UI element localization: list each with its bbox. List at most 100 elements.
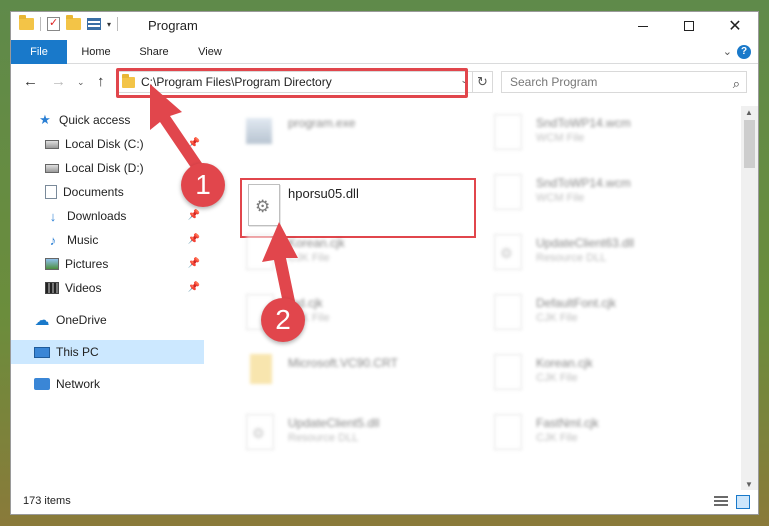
sidebar-item-label: Pictures [65,257,109,271]
list-item[interactable]: SndToWP14.wcm WCM File [462,112,702,172]
file-name: Microsoft.VC90.CRT [288,356,398,370]
help-icon[interactable]: ? [737,45,751,59]
close-button[interactable]: ✕ [712,12,758,40]
tab-view[interactable]: View [197,40,223,64]
highlighted-file-item[interactable]: hporsu05.dll [240,178,476,238]
drive-icon [45,139,59,149]
documents-icon [45,185,57,199]
file-type: WCM File [536,192,585,204]
list-item[interactable]: SndToWP14.wcm WCM File [462,172,702,232]
sidebar-item-network[interactable]: Network [11,372,204,396]
download-icon: ↓ [49,208,57,224]
sidebar-item-label: Documents [63,185,124,199]
vertical-scrollbar[interactable]: ▲ ▼ [741,106,758,491]
list-item[interactable]: Microsoft.VC90.CRT [214,352,454,412]
sidebar-item-this-pc[interactable]: This PC [11,340,204,364]
sidebar-item-downloads[interactable]: ↓ Downloads 📌 [11,204,204,228]
sidebar-item-label: This PC [56,345,99,359]
ribbon-tabs: File Home Share View ⌄ ? [11,40,758,64]
sidebar-item-local-disk-c[interactable]: Local Disk (C:) 📌 [11,132,204,156]
sidebar-item-label: Quick access [59,113,131,127]
folder-icon [250,354,272,384]
toolbar-separator [40,17,41,31]
sidebar-item-local-disk-d[interactable]: Local Disk (D:) [11,156,204,180]
pictures-icon [45,258,59,270]
file-name: Korean.cjk [288,236,345,250]
file-name: Ind.cjk [288,296,323,310]
sidebar-item-onedrive[interactable]: ☁ OneDrive [11,308,204,332]
up-arrow-icon[interactable]: ↑ [97,73,105,90]
refresh-icon[interactable]: ↻ [472,72,492,92]
file-type: CJK File [536,432,578,444]
file-name: FastNml.cjk [536,416,599,430]
sidebar-item-documents[interactable]: Documents 📌 [11,180,204,204]
file-icon [494,114,522,150]
properties-icon[interactable] [47,16,60,31]
forward-arrow-icon[interactable]: → [51,73,66,90]
navigation-pane: ★ Quick access Local Disk (C:) 📌 Local D… [11,106,204,491]
sidebar-item-music[interactable]: ♪ Music 📌 [11,228,204,252]
network-icon [34,378,50,390]
view-icon[interactable] [87,18,101,30]
navigation-bar: ← → ⌄ ↑ C:\Program Files\Program Directo… [11,65,758,99]
drive-icon [45,163,59,173]
maximize-icon [684,21,694,31]
pin-icon: 📌 [187,138,200,149]
list-item[interactable]: UpdateClient63.dll Resource DLL [462,232,702,292]
list-item[interactable]: Ind.cjk CJK File [214,292,454,352]
quick-access-toolbar: ▾ [19,15,119,31]
pin-icon: 📌 [187,234,200,245]
search-input[interactable]: Search Program ⌕ [501,71,747,93]
list-item[interactable]: FastNml.cjk CJK File [462,412,702,472]
customize-toolbar-chevron-icon[interactable]: ▾ [107,20,111,29]
minimize-button[interactable] [620,12,666,40]
sidebar-item-videos[interactable]: Videos 📌 [11,276,204,300]
file-list: program.exe hporsu05.dll Korean.cjk CJK … [204,106,740,491]
file-name: hporsu05.dll [288,186,359,201]
sidebar-item-label: Downloads [67,209,127,223]
exe-file-icon [246,118,272,144]
file-name: Korean.cjk [536,356,593,370]
recent-locations-chevron-icon[interactable]: ⌄ [77,77,85,88]
tab-share[interactable]: Share [139,40,169,64]
list-item[interactable]: DefaultFont.cjk CJK File [462,292,702,352]
sidebar-item-quick-access[interactable]: ★ Quick access [11,108,204,132]
sidebar-item-label: Local Disk (D:) [65,161,144,175]
sidebar-item-label: Local Disk (C:) [65,137,144,151]
file-name: SndToWP14.wcm [536,176,631,190]
toolbar-separator [117,17,119,31]
back-arrow-icon[interactable]: ← [23,73,38,90]
sidebar-item-label: OneDrive [56,313,107,327]
details-view-icon[interactable] [714,496,728,508]
scrollbar-thumb[interactable] [744,120,755,168]
list-item[interactable]: program.exe [214,112,454,172]
list-item[interactable]: Korean.cjk CJK File [462,352,702,412]
list-item[interactable]: UpdateClient5.dll Resource DLL [214,412,454,472]
list-item[interactable]: Korean.cjk CJK File [214,232,454,292]
expand-ribbon-chevron-icon[interactable]: ⌄ [723,45,732,58]
file-type: CJK File [536,372,578,384]
address-bar[interactable]: C:\Program Files\Program Directory ⌄ ↻ [117,71,493,93]
pc-icon [34,346,50,358]
address-dropdown-chevron-icon[interactable]: ⌄ [460,75,468,86]
new-folder-icon[interactable] [66,15,81,30]
file-type: CJK File [536,312,578,324]
tab-home[interactable]: Home [81,40,111,64]
scroll-up-icon[interactable]: ▲ [745,108,753,117]
item-count: 173 items [23,495,71,507]
dll-file-icon [494,234,522,270]
window-title: Program [148,18,198,33]
file-name: DefaultFont.cjk [536,296,617,310]
sidebar-item-pictures[interactable]: Pictures 📌 [11,252,204,276]
sidebar-item-label: Music [67,233,99,247]
file-icon [494,414,522,450]
minimize-icon [638,25,648,27]
file-name: UpdateClient5.dll [288,416,380,430]
maximize-button[interactable] [666,12,712,40]
file-icon [246,234,274,270]
address-path[interactable]: C:\Program Files\Program Directory [141,75,332,89]
scroll-down-icon[interactable]: ▼ [745,480,753,489]
tab-file[interactable]: File [11,40,67,64]
file-icon [246,294,274,330]
large-icons-view-icon[interactable] [736,495,750,509]
